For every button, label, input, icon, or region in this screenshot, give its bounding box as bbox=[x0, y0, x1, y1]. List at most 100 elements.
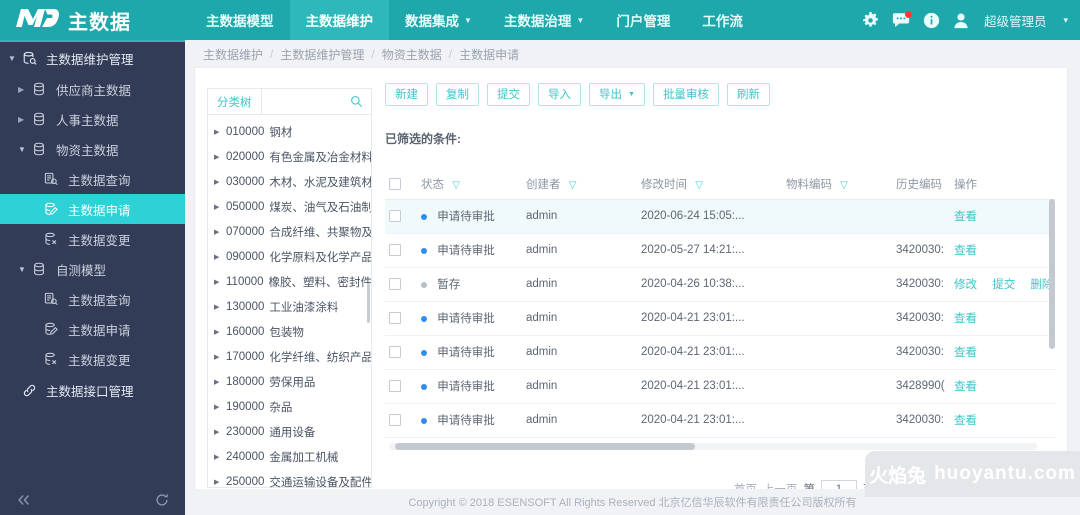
chevron-right-icon[interactable]: ▶ bbox=[214, 328, 226, 336]
checkbox-unchecked-icon[interactable] bbox=[389, 311, 401, 324]
chevron-right-icon[interactable]: ▶ bbox=[18, 85, 32, 94]
sidebar-item-hr-master-data[interactable]: ▶ 人事主数据 bbox=[0, 104, 185, 134]
tree-item[interactable]: ▶ 240000 金属加工机械 bbox=[208, 444, 371, 469]
refresh-icon[interactable] bbox=[155, 493, 169, 507]
nav-item-1[interactable]: 主数据维护 bbox=[289, 0, 389, 40]
chevron-right-icon[interactable]: ▶ bbox=[214, 278, 226, 286]
sidebar-item-master-data-query[interactable]: 主数据查询 bbox=[0, 164, 185, 194]
checkbox-unchecked-icon[interactable] bbox=[389, 243, 401, 256]
nav-item-4[interactable]: 门户管理 bbox=[600, 0, 686, 40]
collapse-left-icon[interactable] bbox=[16, 493, 32, 507]
view-link[interactable]: 查看 bbox=[954, 381, 977, 393]
breadcrumb-item-0[interactable]: 主数据维护 bbox=[203, 46, 263, 63]
tab-category-tree[interactable]: 分类树 bbox=[208, 89, 262, 114]
chevron-right-icon[interactable]: ▶ bbox=[214, 378, 226, 386]
view-link[interactable]: 查看 bbox=[954, 313, 977, 325]
tree-item[interactable]: ▶ 020000 有色金属及冶金材料 bbox=[208, 144, 371, 169]
category-tree-list[interactable]: ▶ 010000 钢材 ▶ 020000 有色金属及冶金材料 ▶ 030000 … bbox=[208, 115, 371, 489]
submit-button[interactable]: 提交 bbox=[487, 82, 530, 106]
view-link[interactable]: 查看 bbox=[954, 347, 977, 359]
checkbox-unchecked-icon[interactable] bbox=[389, 277, 401, 290]
chevron-down-icon[interactable]: ▾ bbox=[1063, 15, 1068, 26]
sidebar-item-master-data-query-2[interactable]: 主数据查询 bbox=[0, 284, 185, 314]
chevron-down-icon[interactable]: ▼ bbox=[8, 54, 22, 63]
tree-item[interactable]: ▶ 190000 杂品 bbox=[208, 394, 371, 419]
tree-item[interactable]: ▶ 090000 化学原料及化学产品 bbox=[208, 244, 371, 269]
filter-icon[interactable]: ▽ bbox=[695, 180, 703, 191]
tree-item[interactable]: ▶ 130000 工业油漆涂料 bbox=[208, 294, 371, 319]
checkbox-unchecked-icon[interactable] bbox=[389, 178, 401, 191]
export-button[interactable]: 导出 ▼ bbox=[589, 82, 645, 106]
tree-item[interactable]: ▶ 230000 通用设备 bbox=[208, 419, 371, 444]
table-row[interactable]: 申请待审批 admin 2020-04-21 23:01:... 3420030… bbox=[385, 301, 1055, 336]
sidebar-item-self-test-model[interactable]: ▼ 自测模型 bbox=[0, 254, 185, 284]
tree-item[interactable]: ▶ 250000 交通运输设备及配件 bbox=[208, 469, 371, 489]
table-row[interactable]: 申请待审批 admin 2020-06-24 15:05:... 查看 bbox=[385, 199, 1055, 234]
message-icon[interactable] bbox=[892, 10, 912, 29]
user-avatar[interactable] bbox=[953, 12, 969, 29]
sidebar-item-master-data-maintenance[interactable]: ▼ 主数据维护管理 bbox=[0, 42, 185, 74]
tree-item[interactable]: ▶ 160000 包装物 bbox=[208, 319, 371, 344]
chevron-right-icon[interactable]: ▶ bbox=[214, 478, 226, 486]
refresh-button[interactable]: 刷新 bbox=[726, 82, 770, 106]
view-link[interactable]: 查看 bbox=[954, 415, 977, 427]
table-row[interactable]: 申请待审批 admin 2020-04-21 23:01:... 3428990… bbox=[385, 369, 1055, 404]
table-vertical-scrollbar[interactable] bbox=[1049, 199, 1055, 349]
view-link[interactable]: 查看 bbox=[954, 245, 977, 257]
batch-review-button[interactable]: 批量审核 bbox=[652, 82, 719, 106]
breadcrumb-item-1[interactable]: 主数据维护管理 bbox=[280, 46, 364, 63]
nav-item-3[interactable]: 主数据治理 ▼ bbox=[488, 0, 600, 40]
tree-search-button[interactable] bbox=[262, 89, 372, 114]
filter-icon[interactable]: ▽ bbox=[452, 180, 460, 191]
checkbox-unchecked-icon[interactable] bbox=[389, 209, 401, 222]
chevron-right-icon[interactable]: ▶ bbox=[214, 353, 226, 361]
checkbox-unchecked-icon[interactable] bbox=[389, 379, 401, 392]
filter-icon[interactable]: ▽ bbox=[569, 180, 577, 191]
table-row[interactable]: 申请待审批 admin 2020-04-21 23:01:... 3420030… bbox=[385, 335, 1055, 370]
tree-item[interactable]: ▶ 170000 化学纤维、纺织产品 bbox=[208, 344, 371, 369]
tree-item[interactable]: ▶ 110000 橡胶、塑料、密封件 bbox=[208, 269, 371, 294]
tree-item[interactable]: ▶ 010000 钢材 bbox=[208, 119, 371, 144]
copy-button[interactable]: 复制 bbox=[436, 82, 479, 106]
chevron-down-icon[interactable]: ▼ bbox=[18, 265, 32, 274]
breadcrumb-item-2[interactable]: 物资主数据 bbox=[382, 46, 442, 63]
filter-icon[interactable]: ▽ bbox=[840, 180, 848, 191]
chevron-right-icon[interactable]: ▶ bbox=[214, 303, 226, 311]
brand-logo[interactable]: 主数据 bbox=[0, 6, 185, 35]
chevron-down-icon[interactable]: ▼ bbox=[18, 145, 32, 154]
chevron-right-icon[interactable]: ▶ bbox=[18, 115, 32, 124]
table-horizontal-scrollbar-thumb[interactable] bbox=[395, 443, 695, 450]
nav-item-2[interactable]: 数据集成 ▼ bbox=[389, 0, 488, 40]
chevron-right-icon[interactable]: ▶ bbox=[214, 428, 226, 436]
sidebar-item-supplier-master-data[interactable]: ▶ 供应商主数据 bbox=[0, 74, 185, 104]
table-row[interactable]: 申请待审批 admin 2020-04-21 23:01:... 3420030… bbox=[385, 403, 1055, 438]
view-link[interactable]: 查看 bbox=[954, 211, 977, 223]
table-row[interactable]: 申请待审批 admin 2020-05-27 14:21:... 3420030… bbox=[385, 233, 1055, 268]
tree-item[interactable]: ▶ 030000 木材、水泥及建筑材 bbox=[208, 169, 371, 194]
nav-item-0[interactable]: 主数据模型 bbox=[190, 0, 290, 40]
tree-scrollbar[interactable] bbox=[367, 283, 370, 323]
chevron-right-icon[interactable]: ▶ bbox=[214, 453, 226, 461]
chevron-right-icon[interactable]: ▶ bbox=[214, 228, 226, 236]
tree-item[interactable]: ▶ 180000 劳保用品 bbox=[208, 369, 371, 394]
chevron-right-icon[interactable]: ▶ bbox=[214, 253, 226, 261]
chevron-right-icon[interactable]: ▶ bbox=[214, 403, 226, 411]
table-row[interactable]: 暂存 admin 2020-04-26 10:38:... 3420030: 修… bbox=[385, 267, 1055, 302]
info-icon[interactable] bbox=[923, 12, 940, 29]
tree-item[interactable]: ▶ 070000 合成纤维、共聚物及 bbox=[208, 219, 371, 244]
checkbox-unchecked-icon[interactable] bbox=[389, 413, 401, 426]
new-button[interactable]: 新建 bbox=[385, 82, 428, 106]
sidebar-item-master-data-change[interactable]: 主数据变更 bbox=[0, 224, 185, 254]
nav-item-5[interactable]: 工作流 bbox=[686, 0, 759, 40]
tree-item[interactable]: ▶ 050000 煤炭、油气及石油制 bbox=[208, 194, 371, 219]
sidebar-item-material-master-data[interactable]: ▼ 物资主数据 bbox=[0, 134, 185, 164]
gear-icon[interactable] bbox=[862, 11, 879, 29]
sidebar-item-interface-management[interactable]: 主数据接口管理 bbox=[0, 374, 185, 406]
sidebar-item-master-data-apply-2[interactable]: 主数据申请 bbox=[0, 314, 185, 344]
chevron-right-icon[interactable]: ▶ bbox=[214, 203, 226, 211]
import-button[interactable]: 导入 bbox=[538, 82, 581, 106]
chevron-right-icon[interactable]: ▶ bbox=[214, 153, 226, 161]
sidebar-item-master-data-apply[interactable]: 主数据申请 bbox=[0, 194, 185, 224]
chevron-right-icon[interactable]: ▶ bbox=[214, 178, 226, 186]
chevron-right-icon[interactable]: ▶ bbox=[214, 128, 226, 136]
